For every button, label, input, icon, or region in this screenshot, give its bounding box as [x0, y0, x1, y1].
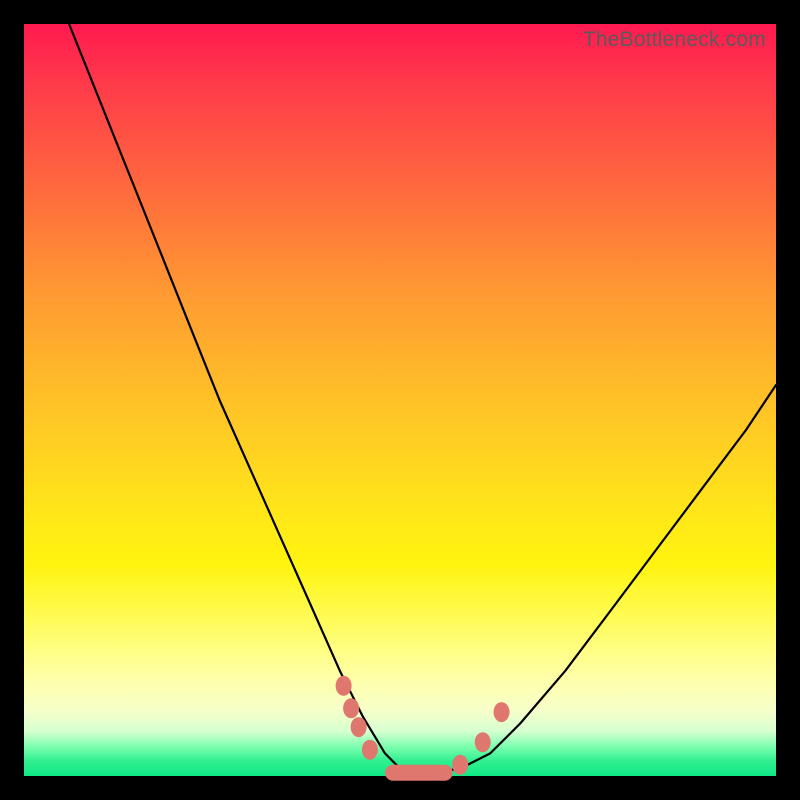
chart-marker [362, 740, 378, 760]
chart-marker [452, 755, 468, 775]
chart-marker [336, 676, 352, 696]
chart-gradient-background: TheBottleneck.com [24, 24, 776, 776]
bottleneck-chart [24, 24, 776, 776]
chart-bottom-pill [385, 765, 453, 781]
chart-marker [475, 732, 491, 752]
chart-marker [351, 717, 367, 737]
bottleneck-curve [69, 24, 776, 772]
chart-marker [494, 702, 510, 722]
chart-markers [336, 676, 510, 781]
chart-marker [343, 698, 359, 718]
